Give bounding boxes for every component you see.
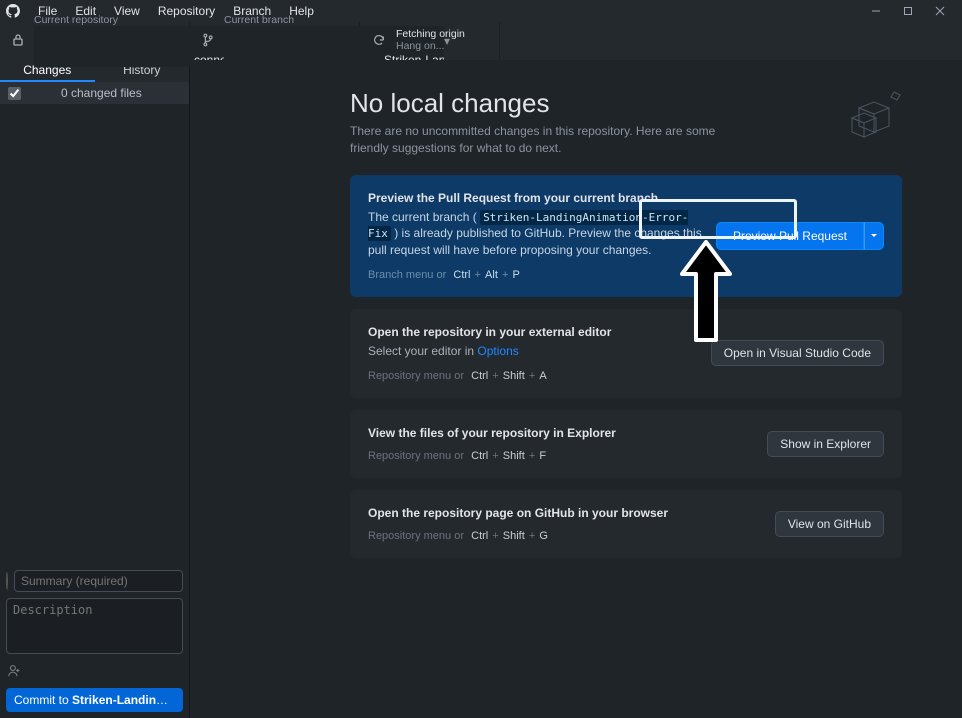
changed-files-bar: 0 changed files	[0, 82, 189, 104]
card-hint: Branch menu or Ctrl + Alt + P	[368, 269, 702, 281]
card-hint: Repository menu or Ctrl + Shift + F	[368, 450, 753, 462]
fetch-origin-button[interactable]: Fetching origin Hang on...	[360, 22, 500, 60]
main-panel: No local changes There are no uncommitte…	[190, 60, 962, 718]
card-desc: The current branch ( Striken-LandingAnim…	[368, 209, 702, 259]
changed-count-label: 0 changed files	[61, 86, 142, 100]
sync-icon	[372, 33, 386, 50]
avatar	[6, 572, 8, 590]
show-explorer-button[interactable]: Show in Explorer	[767, 431, 884, 457]
preview-pr-dropdown[interactable]	[864, 222, 884, 250]
preview-pr-button[interactable]: Preview Pull Request	[716, 222, 864, 250]
card-title: View the files of your repository in Exp…	[368, 426, 753, 440]
page-subtitle: There are no uncommitted changes in this…	[350, 123, 750, 157]
commit-form: Commit to Striken-LandingAnimati...	[0, 564, 189, 718]
description-input[interactable]	[6, 598, 183, 654]
options-link[interactable]: Options	[477, 344, 518, 358]
open-editor-button[interactable]: Open in Visual Studio Code	[711, 340, 884, 366]
close-button[interactable]	[924, 0, 956, 22]
sidebar: Changes History 0 changed files Commit t…	[0, 60, 190, 718]
card-github: Open the repository page on GitHub in yo…	[350, 490, 902, 558]
view-github-button[interactable]: View on GitHub	[775, 511, 884, 537]
maximize-button[interactable]	[892, 0, 924, 22]
card-preview-pr: Preview the Pull Request from your curre…	[350, 175, 902, 297]
lock-icon	[12, 33, 24, 50]
branch-icon	[202, 33, 214, 50]
minimize-button[interactable]	[860, 0, 892, 22]
github-icon	[6, 4, 20, 18]
card-title: Open the repository in your external edi…	[368, 325, 697, 339]
card-title: Preview the Pull Request from your curre…	[368, 191, 702, 205]
current-branch-selector[interactable]: Current branch Striken-LandingAnimation.…	[190, 22, 360, 60]
summary-input[interactable]	[14, 570, 183, 592]
select-all-checkbox[interactable]	[8, 87, 21, 100]
card-external-editor: Open the repository in your external edi…	[350, 309, 902, 398]
card-hint: Repository menu or Ctrl + Shift + G	[368, 530, 761, 542]
card-hint: Repository menu or Ctrl + Shift + A	[368, 370, 697, 382]
current-repo-selector[interactable]: Current repository connect-ed-foraging ▾	[0, 22, 190, 60]
window-controls	[860, 0, 956, 22]
coauthor-button[interactable]	[6, 663, 183, 678]
commit-button[interactable]: Commit to Striken-LandingAnimati...	[6, 688, 183, 712]
page-title: No local changes	[350, 88, 750, 119]
card-title: Open the repository page on GitHub in yo…	[368, 506, 761, 520]
fetch-status: Hang on...	[396, 41, 465, 53]
card-desc: Select your editor in Options	[368, 343, 697, 360]
card-explorer: View the files of your repository in Exp…	[350, 410, 902, 478]
toolbar: Current repository connect-ed-foraging ▾…	[0, 22, 962, 60]
